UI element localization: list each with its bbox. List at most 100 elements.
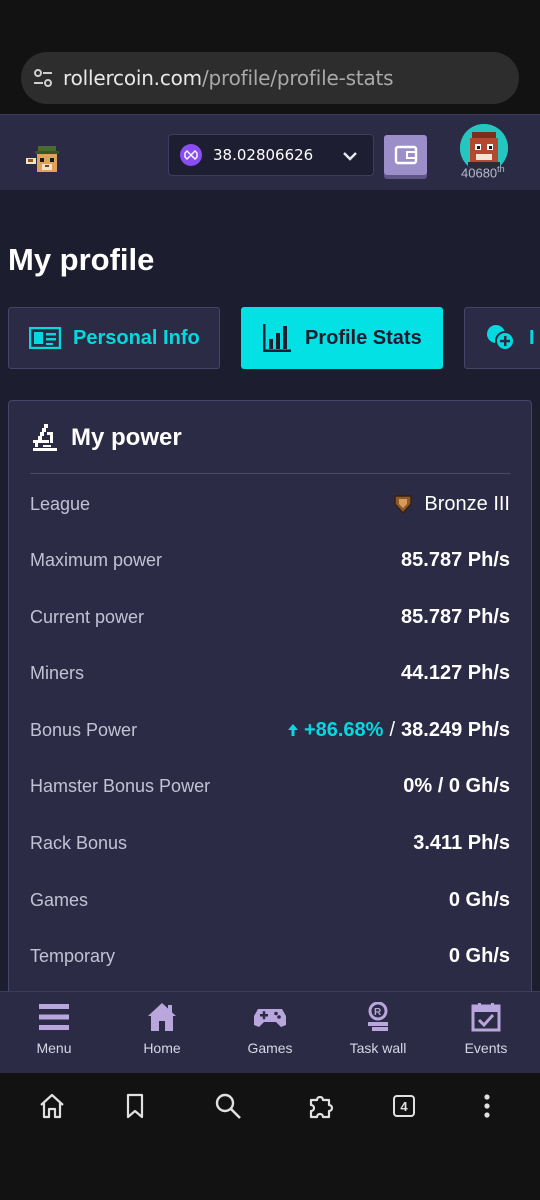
more-vertical-icon xyxy=(484,1094,490,1118)
id-card-icon xyxy=(29,327,61,349)
browser-home-button[interactable] xyxy=(37,1091,67,1121)
nav-label: Events xyxy=(464,1040,508,1056)
league-value: Bronze III xyxy=(394,493,510,516)
tab-profile-stats-label: Profile Stats xyxy=(305,326,422,349)
league-name: Bronze III xyxy=(424,492,510,515)
stat-value: 0 Gh/s xyxy=(448,888,510,911)
menu-icon xyxy=(39,1004,69,1030)
bonus-value: +86.68% / 38.249 Ph/s xyxy=(287,718,510,742)
league-label: League xyxy=(30,493,91,514)
stat-row: Temporary 0 Gh/s xyxy=(30,941,510,971)
tab-personal-info-label: Personal Info xyxy=(73,326,200,349)
task-wall-icon: R xyxy=(368,1002,388,1031)
balance-selector[interactable]: 38.02806626 xyxy=(168,134,374,176)
bonus-percent-text: +86.68% xyxy=(303,718,384,741)
nav-label: Task wall xyxy=(349,1040,407,1056)
home-outline-icon xyxy=(40,1093,64,1119)
nav-label: Menu xyxy=(36,1040,72,1056)
nav-menu[interactable]: Menu xyxy=(0,1002,108,1056)
browser-toolbar: 4 xyxy=(0,1073,540,1137)
stat-value: 0% / 0 Gh/s xyxy=(403,774,510,797)
microscope-icon xyxy=(33,424,57,451)
app-header: 38.02806626 40680th xyxy=(0,114,540,190)
stat-value: 0 Gh/s xyxy=(448,944,510,967)
svg-text:R: R xyxy=(374,1007,382,1018)
stat-row: Current power 85.787 Ph/s xyxy=(30,602,510,632)
arrow-up-icon xyxy=(287,724,298,736)
site-settings-icon[interactable] xyxy=(31,66,55,90)
bonus-percent: +86.68% xyxy=(287,718,384,742)
browser-menu-button[interactable] xyxy=(472,1091,502,1121)
user-rank: 40680th xyxy=(461,164,505,180)
bonus-separator: / xyxy=(389,718,396,741)
stat-label: Maximum power xyxy=(30,549,163,570)
wallet-icon xyxy=(394,145,417,165)
hamster-logo-icon[interactable] xyxy=(24,142,68,178)
nav-home[interactable]: Home xyxy=(108,1002,216,1056)
balance-amount: 38.02806626 xyxy=(213,146,314,164)
address-bar[interactable]: rollercoin.com/profile/profile-stats xyxy=(21,52,519,104)
stat-value: 85.787 Ph/s xyxy=(401,548,510,571)
bookmark-button[interactable] xyxy=(120,1091,150,1121)
bonus-label: Bonus Power xyxy=(30,719,138,740)
search-icon xyxy=(215,1093,241,1119)
gesture-area xyxy=(0,1137,540,1200)
tab-count: 4 xyxy=(393,1095,415,1117)
nav-events[interactable]: Events xyxy=(432,1002,540,1056)
coins-add-icon xyxy=(485,323,517,353)
main-content: My profile Personal Info Profile Stats I… xyxy=(0,190,540,991)
card-title: My power xyxy=(71,424,182,451)
stat-label: Games xyxy=(30,889,89,910)
stat-value: 44.127 Ph/s xyxy=(401,661,510,684)
nav-task-wall[interactable]: R Task wall xyxy=(324,1002,432,1056)
stat-row-bonus: Bonus Power +86.68% / 38.249 Ph/s xyxy=(30,715,510,745)
nav-games[interactable]: Games xyxy=(216,1002,324,1056)
stat-row: Hamster Bonus Power 0% / 0 Gh/s xyxy=(30,771,510,801)
stat-value: 3.411 Ph/s xyxy=(413,831,510,854)
extensions-button[interactable] xyxy=(306,1091,336,1121)
calendar-icon xyxy=(471,1003,501,1032)
page-title: My profile xyxy=(8,242,155,277)
card-header: My power xyxy=(31,423,182,453)
stat-label: Temporary xyxy=(30,945,116,966)
bronze-shield-icon xyxy=(394,494,413,514)
status-bar xyxy=(0,0,540,40)
tab-third[interactable]: I xyxy=(464,307,540,369)
matic-coin-icon xyxy=(180,144,202,166)
stat-value: 85.787 Ph/s xyxy=(401,605,510,628)
bonus-power-value: 38.249 Ph/s xyxy=(401,718,510,741)
stat-label: Current power xyxy=(30,606,145,627)
bookmark-icon xyxy=(126,1093,144,1119)
screen: rollercoin.com/profile/profile-stats 38.… xyxy=(0,0,540,1200)
url-text: rollercoin.com/profile/profile-stats xyxy=(63,66,394,90)
puzzle-icon xyxy=(309,1095,334,1119)
home-icon xyxy=(148,1003,176,1031)
wallet-button[interactable] xyxy=(384,135,427,175)
gamepad-icon xyxy=(254,1009,286,1027)
stat-label: Rack Bonus xyxy=(30,832,128,853)
my-power-card: My power League Bronze III Maximum power xyxy=(8,400,532,991)
tab-profile-stats[interactable]: Profile Stats xyxy=(241,307,443,369)
bottom-nav: Menu Home Games R Task wall Events xyxy=(0,991,540,1073)
browser-address-area: rollercoin.com/profile/profile-stats xyxy=(0,40,540,114)
nav-label: Home xyxy=(143,1040,181,1056)
stat-label: Miners xyxy=(30,662,85,683)
nav-label: Games xyxy=(247,1040,293,1056)
url-host: rollercoin.com xyxy=(63,66,202,90)
stat-row-league: League Bronze III xyxy=(30,489,510,519)
stat-row: Games 0 Gh/s xyxy=(30,885,510,915)
stat-label: Hamster Bonus Power xyxy=(30,775,211,796)
stat-row: Miners 44.127 Ph/s xyxy=(30,658,510,688)
rank-suffix: th xyxy=(497,164,505,174)
divider xyxy=(30,473,510,474)
bar-chart-icon xyxy=(261,322,293,354)
tab-switcher-button[interactable]: 4 xyxy=(389,1091,419,1121)
rank-number: 40680 xyxy=(461,165,498,181)
tab-third-label: I xyxy=(529,326,535,349)
tab-personal-info[interactable]: Personal Info xyxy=(8,307,220,369)
stat-row: Rack Bonus 3.411 Ph/s xyxy=(30,828,510,858)
chevron-down-icon xyxy=(343,152,357,161)
stat-row: Maximum power 85.787 Ph/s xyxy=(30,545,510,575)
url-path: /profile/profile-stats xyxy=(201,66,394,90)
search-button[interactable] xyxy=(213,1091,243,1121)
